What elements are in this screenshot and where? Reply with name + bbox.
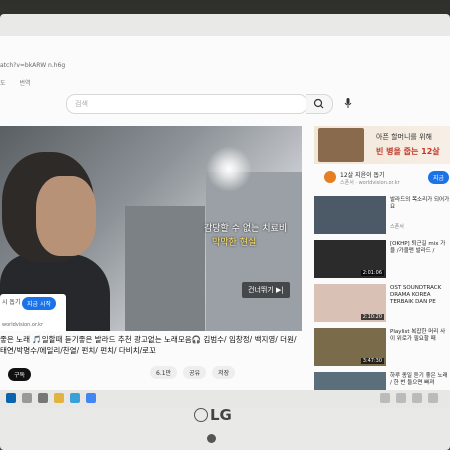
video-building bbox=[125, 206, 205, 331]
lg-logo-icon bbox=[194, 408, 208, 422]
search-placeholder: 검색 bbox=[75, 100, 88, 108]
video-person-face bbox=[36, 176, 96, 256]
search-input[interactable]: 검색 bbox=[66, 94, 308, 114]
ad-overlay-card[interactable]: 시 돕기 지금 시작 worldvision.or.kr bbox=[0, 294, 66, 331]
recommendation-meta: 스폰서 bbox=[390, 224, 404, 230]
recommendation-thumbnail: 2:01:06 bbox=[314, 240, 386, 278]
recommendation-item[interactable]: 2:01:06 [OKHP] 퇴근길 mix 가을 /가을맨 발라드 / bbox=[314, 240, 450, 280]
video-player[interactable]: 감당할 수 없는 치료비 막막한 현실 건너뛰기 ▶| 시 돕기 지금 시작 w… bbox=[0, 126, 302, 331]
ad-banner-image bbox=[318, 128, 364, 162]
ad-card-label: 시 돕기 bbox=[2, 299, 21, 306]
recommendation-thumbnail bbox=[314, 196, 386, 234]
brand-logo: LG bbox=[210, 406, 232, 424]
store-icon[interactable] bbox=[70, 393, 80, 403]
video-actions: 6.1만 공유 저장 bbox=[150, 366, 236, 379]
ad-start-button[interactable]: 지금 시작 bbox=[22, 297, 56, 310]
tray-icon[interactable] bbox=[380, 393, 390, 403]
video-building bbox=[206, 172, 302, 331]
sidebar: 아픈 할머니를 위해 빈 병을 줍는 12살 12살 지윤이 돕기 스폰서 · … bbox=[310, 126, 450, 400]
bookmark-item[interactable]: 번역 bbox=[20, 78, 31, 87]
screen-glare bbox=[206, 146, 252, 192]
video-duration: 3:47:30 bbox=[360, 358, 384, 364]
save-button[interactable]: 저장 bbox=[212, 366, 236, 379]
subscribe-button[interactable]: 구독 bbox=[8, 368, 32, 381]
bookmarks-bar: 도 번역 bbox=[0, 78, 31, 87]
laptop-screen: atch?v=bkARW n.h6g 도 번역 검색 감당할 수 없는 치료비 … bbox=[0, 36, 450, 400]
like-button[interactable]: 6.1만 bbox=[150, 366, 178, 379]
video-title: 좋은 노래 🎵일할때 듣기좋은 발라드 추천 광고없는 노래모음🎧 김범수/ 임… bbox=[0, 335, 297, 355]
ad-banner-line: 아픈 할머니를 위해 bbox=[376, 133, 432, 141]
task-view-icon[interactable] bbox=[38, 393, 48, 403]
sidebar-ad-banner[interactable]: 아픈 할머니를 위해 빈 병을 줍는 12살 bbox=[314, 126, 450, 164]
recommendation-thumbnail: 2:10:20 bbox=[314, 284, 386, 322]
recommendation-title: OST SOUNDTRACK DRAMA KOREA TERBAIK DAN P… bbox=[390, 285, 442, 305]
share-button[interactable]: 공유 bbox=[183, 366, 207, 379]
recommendation-title: 발라드의 목소리가 되어가요 bbox=[390, 197, 450, 210]
search-icon[interactable] bbox=[22, 393, 32, 403]
volume-icon[interactable] bbox=[396, 393, 406, 403]
bookmark-item[interactable]: 도 bbox=[0, 78, 6, 87]
recommendation-title: Playlist 복잡한 머리 사이 위로가 필요할 때 bbox=[390, 329, 446, 342]
ad-caption: 감당할 수 없는 치료비 bbox=[204, 224, 288, 234]
video-duration: 2:01:06 bbox=[360, 270, 384, 276]
ad-info-meta: 스폰서 · worldvision.or.kr bbox=[340, 180, 400, 186]
webcam bbox=[207, 434, 216, 443]
recommendation-item[interactable]: 3:47:30 Playlist 복잡한 머리 사이 위로가 필요할 때 bbox=[314, 328, 450, 368]
recommendation-title: [OKHP] 퇴근길 mix 가을 /가을맨 발라드 / bbox=[390, 241, 446, 254]
sidebar-ad-info[interactable]: 12살 지윤이 돕기 스폰서 · worldvision.or.kr 지금 bbox=[314, 168, 450, 192]
start-icon[interactable] bbox=[6, 393, 16, 403]
ad-info-title: 12살 지윤이 돕기 bbox=[340, 172, 385, 179]
search-button[interactable] bbox=[306, 94, 333, 114]
recommendation-thumbnail: 3:47:30 bbox=[314, 328, 386, 366]
ad-banner-line: 빈 병을 줍는 12살 bbox=[376, 147, 440, 156]
recommendation-item[interactable]: 2:10:20 OST SOUNDTRACK DRAMA KOREA TERBA… bbox=[314, 284, 450, 324]
search-icon bbox=[313, 98, 324, 109]
skip-ad-button[interactable]: 건너뛰기 ▶| bbox=[242, 282, 290, 298]
microphone-icon[interactable] bbox=[344, 98, 352, 108]
ad-info-button[interactable]: 지금 bbox=[428, 171, 450, 184]
notification-icon[interactable] bbox=[428, 393, 438, 403]
recommendation-title: 하루 종일 듣기 좋은 노래 / 한 번 들으면 빠져 bbox=[390, 373, 448, 386]
address-bar[interactable]: atch?v=bkARW n.h6g bbox=[0, 62, 65, 69]
network-icon[interactable] bbox=[412, 393, 422, 403]
sponsor-icon bbox=[324, 171, 336, 183]
recommendation-item[interactable]: 발라드의 목소리가 되어가요 스폰서 bbox=[314, 196, 450, 236]
video-duration: 2:10:20 bbox=[360, 314, 384, 320]
folder-icon[interactable] bbox=[54, 393, 64, 403]
ad-caption: 막막한 현실 bbox=[212, 238, 257, 248]
chrome-icon[interactable] bbox=[86, 393, 96, 403]
ad-card-site: worldvision.or.kr bbox=[2, 322, 44, 328]
